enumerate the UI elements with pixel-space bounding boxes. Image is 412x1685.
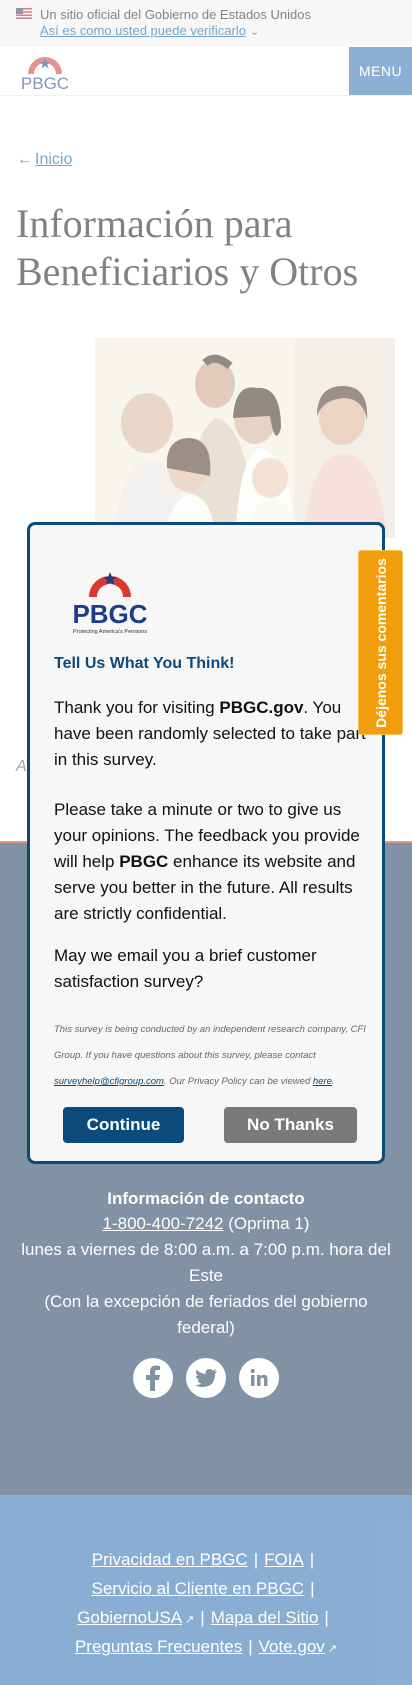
survey-fine-print: This survey is being conducted by an ind… [54,1024,366,1087]
privacy-policy-link[interactable]: here [313,1076,332,1087]
survey-logo-text: PBGC [72,599,147,629]
survey-paragraph-1: Thank you for visiting PBGC.gov. You hav… [54,698,366,769]
continue-button[interactable]: Continue [63,1107,184,1143]
feedback-tab[interactable]: Déjenos sus comentarios [358,550,403,735]
survey-modal: PBGC Protecting America's Pensions Tell … [27,522,385,1164]
survey-paragraph-2: Please take a minute or two to give us y… [54,800,360,923]
no-thanks-button[interactable]: No Thanks [224,1107,357,1143]
pbgc-survey-logo: PBGC Protecting America's Pensions [72,572,148,635]
feedback-tab-label[interactable]: Déjenos sus comentarios [373,558,389,728]
survey-paragraph-3: May we email you a brief customer satisf… [54,946,317,991]
survey-email-link[interactable]: surveyhelp@cfigroup.com [54,1076,164,1087]
survey-heading: Tell Us What You Think! [54,655,235,672]
survey-logo-tagline: Protecting America's Pensions [73,629,147,635]
